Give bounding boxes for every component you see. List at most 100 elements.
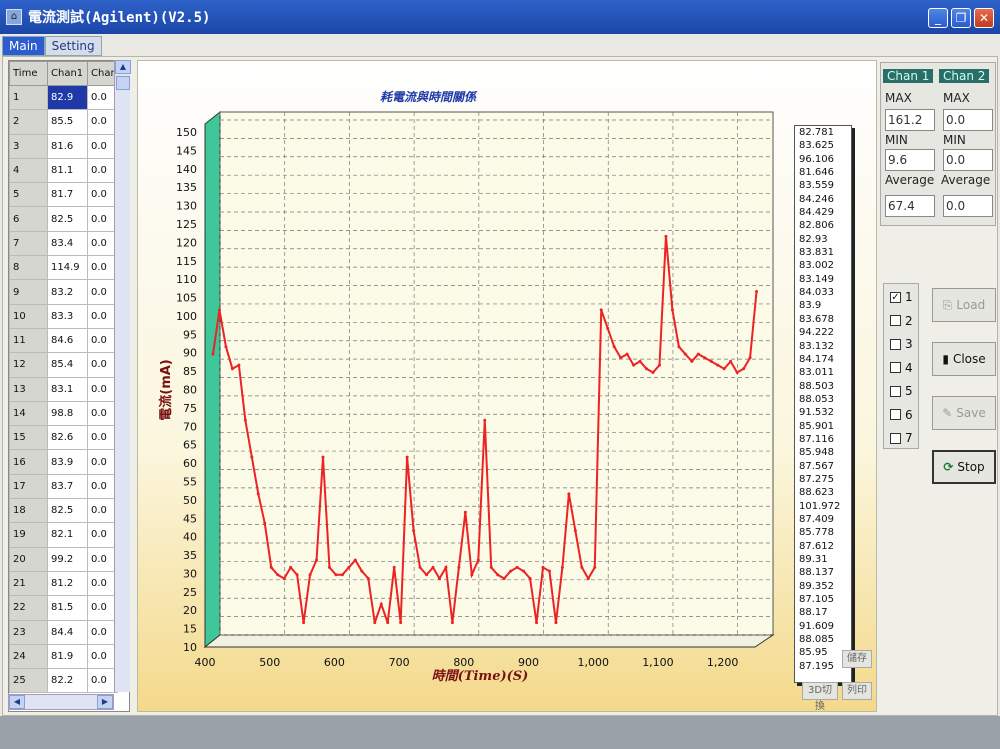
- channel-checkbox-2[interactable]: 2: [890, 314, 913, 328]
- table-cell[interactable]: 83.9: [47, 449, 88, 475]
- table-row[interactable]: 12 85.4 0.0: [9, 352, 118, 378]
- table-row[interactable]: 15 82.6 0.0: [9, 425, 118, 451]
- save-button[interactable]: ✎ Save: [932, 396, 996, 430]
- chan2-min-field[interactable]: 0.0: [943, 149, 993, 171]
- table-cell[interactable]: 0.0: [87, 255, 118, 281]
- table-cell[interactable]: 85.4: [47, 352, 88, 378]
- channel-checkbox-1[interactable]: ✓ 1: [890, 290, 913, 304]
- table-cell[interactable]: 99.2: [47, 546, 88, 572]
- tab-main[interactable]: Main: [2, 36, 45, 56]
- checkbox-icon[interactable]: [890, 385, 901, 397]
- table-cell[interactable]: 0.0: [87, 109, 118, 135]
- app-icon[interactable]: ⌂: [6, 9, 22, 25]
- table-row[interactable]: 14 98.8 0.0: [9, 400, 118, 427]
- maximize-button[interactable]: ❐: [951, 8, 971, 28]
- table-row[interactable]: 11 84.6 0.0: [9, 327, 118, 354]
- chan2-average-field[interactable]: 0.0: [943, 195, 993, 217]
- chart-save-button[interactable]: 儲存: [842, 650, 872, 668]
- table-cell[interactable]: 83.2: [47, 279, 88, 305]
- table-cell[interactable]: 81.2: [47, 570, 88, 597]
- channel-checkbox-6[interactable]: 6: [890, 408, 913, 422]
- checkbox-icon[interactable]: [890, 315, 901, 326]
- table-cell[interactable]: 82.6: [47, 425, 88, 451]
- table-cell[interactable]: 83.4: [47, 230, 88, 257]
- table-cell[interactable]: 0.0: [87, 522, 118, 548]
- checkbox-icon[interactable]: [890, 362, 901, 373]
- table-row[interactable]: 5 81.7 0.0: [9, 182, 118, 208]
- channel-checkbox-4[interactable]: 4: [890, 361, 913, 375]
- table-row[interactable]: 13 83.1 0.0: [9, 376, 118, 402]
- table-cell[interactable]: 0.0: [87, 498, 118, 524]
- table-cell[interactable]: 82.9: [47, 84, 88, 111]
- table-row[interactable]: 20 99.2 0.0: [9, 546, 118, 572]
- table-cell[interactable]: 81.1: [47, 157, 88, 184]
- table-cell[interactable]: 0.0: [87, 570, 118, 597]
- scroll-left-icon[interactable]: ◀: [9, 695, 25, 709]
- table-row[interactable]: 21 81.2 0.0: [9, 570, 118, 597]
- chan1-average-field[interactable]: 67.4: [885, 195, 935, 217]
- table-cell[interactable]: 82.5: [47, 498, 88, 524]
- toggle-3d-button[interactable]: 3D切換: [802, 682, 838, 712]
- table-cell[interactable]: 0.0: [87, 546, 118, 572]
- table-row[interactable]: 3 81.6 0.0: [9, 133, 118, 159]
- table-cell[interactable]: 0.0: [87, 182, 118, 208]
- table-cell[interactable]: 0.0: [87, 133, 118, 159]
- table-cell[interactable]: 82.2: [47, 668, 88, 694]
- table-cell[interactable]: 81.7: [47, 182, 88, 208]
- load-button[interactable]: ⎘ Load: [932, 288, 996, 322]
- table-cell[interactable]: 0.0: [87, 595, 118, 621]
- table-cell[interactable]: 82.5: [47, 206, 88, 232]
- table-cell[interactable]: 81.9: [47, 643, 88, 670]
- table-row[interactable]: 16 83.9 0.0: [9, 449, 118, 475]
- table-row[interactable]: 9 83.2 0.0: [9, 279, 118, 305]
- scroll-right-icon[interactable]: ▶: [97, 695, 113, 709]
- table-cell[interactable]: 81.5: [47, 595, 88, 621]
- table-cell[interactable]: 0.0: [87, 643, 118, 670]
- channel-checkbox-3[interactable]: 3: [890, 337, 913, 351]
- data-grid[interactable]: Time Chan1 Chan 1 82.9 0.0 2 85.5 0.0 3 81.6 0.0…: [8, 60, 130, 712]
- table-cell[interactable]: 0.0: [87, 230, 118, 257]
- column-header-chan1[interactable]: Chan1: [47, 61, 88, 86]
- table-cell[interactable]: 0.0: [87, 619, 118, 645]
- table-cell[interactable]: 0.0: [87, 157, 118, 184]
- channel-checkbox-7[interactable]: 7: [890, 431, 913, 445]
- table-cell[interactable]: 0.0: [87, 84, 118, 111]
- chan1-min-field[interactable]: 9.6: [885, 149, 935, 171]
- scroll-thumb[interactable]: [116, 76, 130, 90]
- table-row[interactable]: 8 114.9 0.0: [9, 255, 118, 281]
- table-row[interactable]: 18 82.5 0.0: [9, 498, 118, 524]
- scroll-up-icon[interactable]: ▲: [115, 60, 131, 74]
- table-row[interactable]: 17 83.7 0.0: [9, 473, 118, 500]
- checkbox-icon[interactable]: [890, 432, 901, 444]
- table-cell[interactable]: 0.0: [87, 279, 118, 305]
- table-cell[interactable]: 82.1: [47, 522, 88, 548]
- chan1-max-field[interactable]: 161.2: [885, 109, 935, 131]
- table-cell[interactable]: 0.0: [87, 206, 118, 232]
- table-cell[interactable]: 0.0: [87, 327, 118, 354]
- stop-button[interactable]: ⟳ Stop: [932, 450, 996, 484]
- table-row[interactable]: 6 82.5 0.0: [9, 206, 118, 232]
- table-row[interactable]: 24 81.9 0.0: [9, 643, 118, 670]
- checkbox-icon[interactable]: [890, 409, 901, 420]
- table-cell[interactable]: 0.0: [87, 352, 118, 378]
- table-row[interactable]: 2 85.5 0.0: [9, 109, 118, 135]
- table-row[interactable]: 22 81.5 0.0: [9, 595, 118, 621]
- table-cell[interactable]: 83.7: [47, 473, 88, 500]
- close-button[interactable]: ▮ Close: [932, 342, 996, 376]
- table-cell[interactable]: 98.8: [47, 400, 88, 427]
- table-row[interactable]: 25 82.2 0.0: [9, 668, 118, 694]
- tab-setting[interactable]: Setting: [44, 36, 102, 56]
- table-cell[interactable]: 0.0: [87, 303, 118, 329]
- table-cell[interactable]: 0.0: [87, 400, 118, 427]
- table-cell[interactable]: 83.3: [47, 303, 88, 329]
- minimize-button[interactable]: _: [928, 8, 948, 28]
- close-window-button[interactable]: ✕: [974, 8, 994, 28]
- table-cell[interactable]: 81.6: [47, 133, 88, 159]
- chan2-max-field[interactable]: 0.0: [943, 109, 993, 131]
- chart-print-button[interactable]: 列印: [842, 682, 872, 700]
- table-cell[interactable]: 0.0: [87, 425, 118, 451]
- table-cell[interactable]: 0.0: [87, 473, 118, 500]
- table-row[interactable]: 19 82.1 0.0: [9, 522, 118, 548]
- table-row[interactable]: 10 83.3 0.0: [9, 303, 118, 329]
- grid-vertical-scrollbar[interactable]: ▲: [114, 60, 131, 692]
